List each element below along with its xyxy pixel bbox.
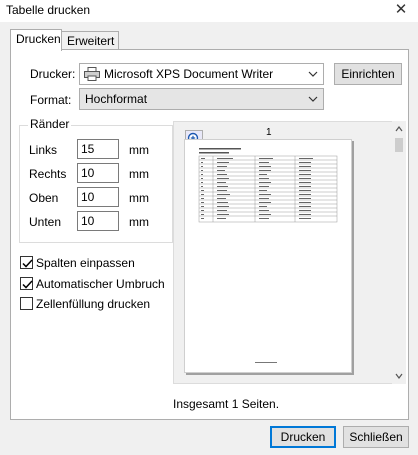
tab-drucken[interactable]: Drucken — [10, 29, 62, 51]
margin-top-label: Oben — [29, 191, 59, 205]
close-icon[interactable]: ✕ — [392, 1, 410, 19]
tab-erweitert[interactable]: Erweitert — [61, 31, 119, 50]
cell-fill-label: Zellenfüllung drucken — [36, 297, 151, 311]
printer-select[interactable]: Microsoft XPS Document Writer — [79, 63, 324, 85]
unit-label: mm — [129, 167, 149, 181]
margin-left-value: 15 — [81, 142, 95, 156]
margins-group-title: Ränder — [28, 117, 72, 131]
margin-top-value: 10 — [81, 190, 95, 204]
tab-label: Drucken — [16, 32, 61, 46]
close-button[interactable]: Schließen — [343, 426, 409, 448]
setup-button[interactable]: Einrichten — [334, 63, 402, 85]
print-button[interactable]: Drucken — [270, 426, 336, 448]
margin-left-label: Links — [29, 143, 58, 157]
margin-left-input[interactable]: 15 — [77, 139, 119, 159]
unit-label: mm — [129, 215, 149, 229]
chevron-down-icon — [308, 71, 318, 77]
check-icon — [22, 280, 33, 289]
chevron-up-icon[interactable] — [395, 125, 403, 133]
margin-right-value: 10 — [81, 166, 95, 180]
margin-bottom-label: Unten — [29, 215, 62, 229]
cell-fill-checkbox[interactable] — [20, 297, 33, 310]
margin-right-input[interactable]: 10 — [77, 163, 119, 183]
page-thumbnail — [198, 148, 338, 363]
preview-page — [184, 139, 352, 373]
format-label: Format: — [30, 93, 72, 107]
total-pages-text: Insgesamt 1 Seiten. — [173, 397, 280, 411]
auto-wrap-checkbox[interactable] — [20, 277, 33, 290]
printer-icon — [84, 67, 100, 81]
scrollbar-thumb[interactable] — [395, 138, 403, 152]
preview-scrollbar[interactable] — [392, 121, 406, 384]
margin-bottom-value: 10 — [81, 214, 95, 228]
print-preview: 1 — [173, 121, 394, 384]
fit-columns-label: Spalten einpassen — [36, 256, 135, 270]
print-tab-panel: Drucker: Microsoft XPS Document Writer E… — [10, 49, 409, 420]
format-value: Hochformat — [85, 92, 148, 106]
unit-label: mm — [129, 143, 149, 157]
fit-columns-checkbox[interactable] — [20, 256, 33, 269]
format-select[interactable]: Hochformat — [79, 88, 324, 110]
margin-right-label: Rechts — [29, 167, 67, 181]
check-icon — [22, 259, 33, 268]
page-number: 1 — [266, 127, 272, 138]
printer-value: Microsoft XPS Document Writer — [104, 67, 274, 81]
tab-label: Erweitert — [67, 34, 115, 48]
margin-top-input[interactable]: 10 — [77, 187, 119, 207]
window-title: Tabelle drucken — [6, 3, 91, 17]
printer-label: Drucker: — [30, 67, 76, 81]
title-bar: Tabelle drucken ✕ — [0, 0, 418, 22]
unit-label: mm — [129, 191, 149, 205]
chevron-down-icon — [308, 96, 318, 102]
margin-bottom-input[interactable]: 10 — [77, 211, 119, 231]
chevron-down-icon[interactable] — [395, 372, 403, 380]
auto-wrap-label: Automatischer Umbruch — [36, 277, 165, 291]
